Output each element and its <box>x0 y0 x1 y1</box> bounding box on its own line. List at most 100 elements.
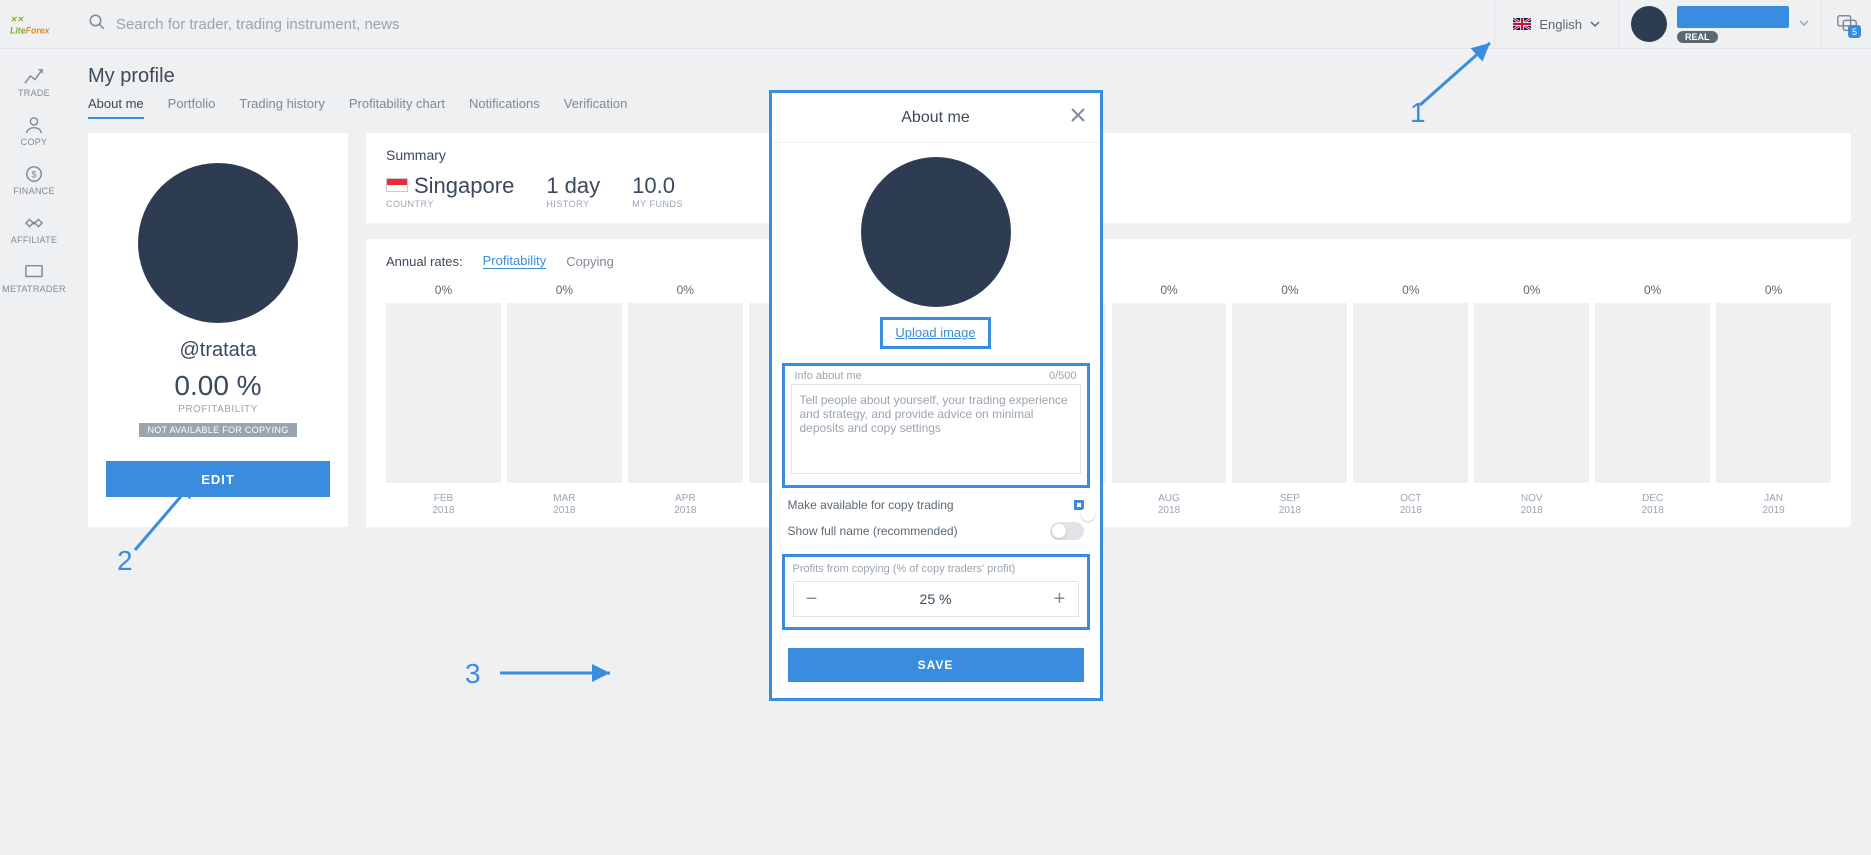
bar <box>507 303 622 483</box>
nav-affiliate[interactable]: AFFILIATE <box>11 214 58 245</box>
tab-profitability-chart[interactable]: Profitability chart <box>349 96 445 119</box>
bar-col: 0%DEC2018 <box>1595 283 1710 517</box>
profitability-value: 0.00 % <box>174 370 261 402</box>
nav-trade[interactable]: TRADE <box>18 67 50 98</box>
bar <box>1595 303 1710 483</box>
bar-value: 0% <box>435 283 452 297</box>
bar-value: 0% <box>1160 283 1177 297</box>
copy-trading-toggle-label: Make available for copy trading <box>788 498 954 512</box>
nav-label: COPY <box>21 137 48 147</box>
bar-col: 0% SEP2018 <box>1232 283 1347 517</box>
rates-card: Annual rates: Profitability Copying 0% FE… <box>366 239 1851 527</box>
svg-text:LiteForex: LiteForex <box>10 26 51 36</box>
uk-flag-icon <box>1513 18 1531 30</box>
fullname-toggle-label: Show full name (recommended) <box>788 524 958 538</box>
tab-verification[interactable]: Verification <box>564 96 628 119</box>
profitability-label: PROFITABILITY <box>178 404 258 415</box>
upload-highlight: Upload image <box>880 317 990 349</box>
bar <box>1232 303 1347 483</box>
stat-history: 1 day HISTORY <box>546 173 600 209</box>
country-value: Singapore <box>414 173 514 199</box>
nav-label: FINANCE <box>13 186 55 196</box>
tab-portfolio[interactable]: Portfolio <box>168 96 216 119</box>
annotation-3: 3 <box>460 658 620 695</box>
avatar <box>1631 6 1667 42</box>
sidebar: TRADE COPY $ FINANCE AFFILIATE METATRADER <box>0 49 68 855</box>
close-icon <box>1070 107 1086 123</box>
svg-text:✕✕: ✕✕ <box>10 15 25 24</box>
bar-value: 0% <box>1644 283 1661 297</box>
annotation-label: 3 <box>465 658 481 690</box>
logo[interactable]: ✕✕ LiteForex <box>0 11 68 37</box>
nav-copy[interactable]: COPY <box>21 116 48 147</box>
increment-button[interactable]: + <box>1042 582 1078 616</box>
rates-tab-profitability[interactable]: Profitability <box>483 253 547 269</box>
bar-col: 0%JAN2019 <box>1716 283 1831 517</box>
search-wrap <box>68 13 1494 36</box>
avatar <box>861 157 1011 307</box>
bar-col: 0% NOV2018 <box>1474 283 1589 517</box>
info-highlight: Info about me 0/500 <box>782 363 1090 488</box>
nav-finance[interactable]: $ FINANCE <box>13 165 55 196</box>
monitor-icon <box>23 263 45 281</box>
bar-label: OCT2018 <box>1400 493 1422 517</box>
bar-label: NOV2018 <box>1521 493 1543 517</box>
nav-label: METATRADER <box>2 284 66 294</box>
profits-label: Profits from copying (% of copy traders'… <box>793 563 1079 575</box>
user-menu[interactable]: REAL <box>1618 0 1821 48</box>
bar-label: APR2018 <box>674 493 696 517</box>
bar-label: MAR2018 <box>553 493 575 517</box>
copy-status-badge: NOT AVAILABLE FOR COPYING <box>139 423 296 437</box>
about-textarea[interactable] <box>791 384 1081 474</box>
handshake-icon <box>23 214 45 232</box>
stat-funds: 10.0 MY FUNDS <box>632 173 683 209</box>
chevron-down-icon <box>1590 17 1600 32</box>
language-label: English <box>1539 17 1582 32</box>
modal-title: About me <box>901 109 969 127</box>
bar-value: 0% <box>677 283 694 297</box>
person-icon <box>23 116 45 134</box>
search-input[interactable] <box>116 16 616 33</box>
language-selector[interactable]: English <box>1494 0 1618 48</box>
bar-chart: 0%FEB20180%MAR20180%APR20180%MAY20180%JU… <box>386 283 1831 517</box>
bar-label: FEB2018 <box>432 493 454 517</box>
country-label: COUNTRY <box>386 199 514 209</box>
bar-col: 0%OCT2018 <box>1353 283 1468 517</box>
nav-metatrader[interactable]: METATRADER <box>2 263 66 294</box>
save-button[interactable]: SAVE <box>788 648 1084 682</box>
bar-col: 0%AUG2018 <box>1112 283 1227 517</box>
chat-button[interactable]: 5 <box>1821 0 1871 48</box>
profits-highlight: Profits from copying (% of copy traders'… <box>782 554 1090 630</box>
svg-text:$: $ <box>31 170 36 180</box>
decrement-button[interactable]: − <box>794 582 830 616</box>
bar-value: 0% <box>1281 283 1298 297</box>
info-label: Info about me <box>795 370 862 382</box>
chat-badge: 5 <box>1848 25 1861 38</box>
tab-notifications[interactable]: Notifications <box>469 96 540 119</box>
summary-heading: Summary <box>386 147 1831 163</box>
tab-about-me[interactable]: About me <box>88 96 144 119</box>
fullname-toggle[interactable] <box>1050 522 1084 540</box>
rates-tab-copying[interactable]: Copying <box>566 254 614 269</box>
bar <box>1353 303 1468 483</box>
close-button[interactable] <box>1070 107 1086 128</box>
history-value: 1 day <box>546 173 600 199</box>
bar-col: 0% MAR2018 <box>507 283 622 517</box>
rates-heading: Annual rates: <box>386 254 463 269</box>
bar <box>1112 303 1227 483</box>
chevron-down-icon <box>1799 15 1809 33</box>
edit-button[interactable]: EDIT <box>106 461 330 497</box>
history-label: HISTORY <box>546 199 600 209</box>
profile-card: @tratata 0.00 % PROFITABILITY NOT AVAILA… <box>88 133 348 527</box>
bar-value: 0% <box>556 283 573 297</box>
bar-label: SEP2018 <box>1279 493 1301 517</box>
search-icon <box>88 13 106 36</box>
upload-image-link[interactable]: Upload image <box>895 325 975 340</box>
summary-card: Summary Singapore COUNTRY 1 day HISTORY <box>366 133 1851 223</box>
bar-col: 0% APR2018 <box>628 283 743 517</box>
funds-label: MY FUNDS <box>632 199 683 209</box>
bar <box>386 303 501 483</box>
tab-trading-history[interactable]: Trading history <box>239 96 325 119</box>
toggle-highlight <box>1074 500 1084 510</box>
bar-value: 0% <box>1523 283 1540 297</box>
